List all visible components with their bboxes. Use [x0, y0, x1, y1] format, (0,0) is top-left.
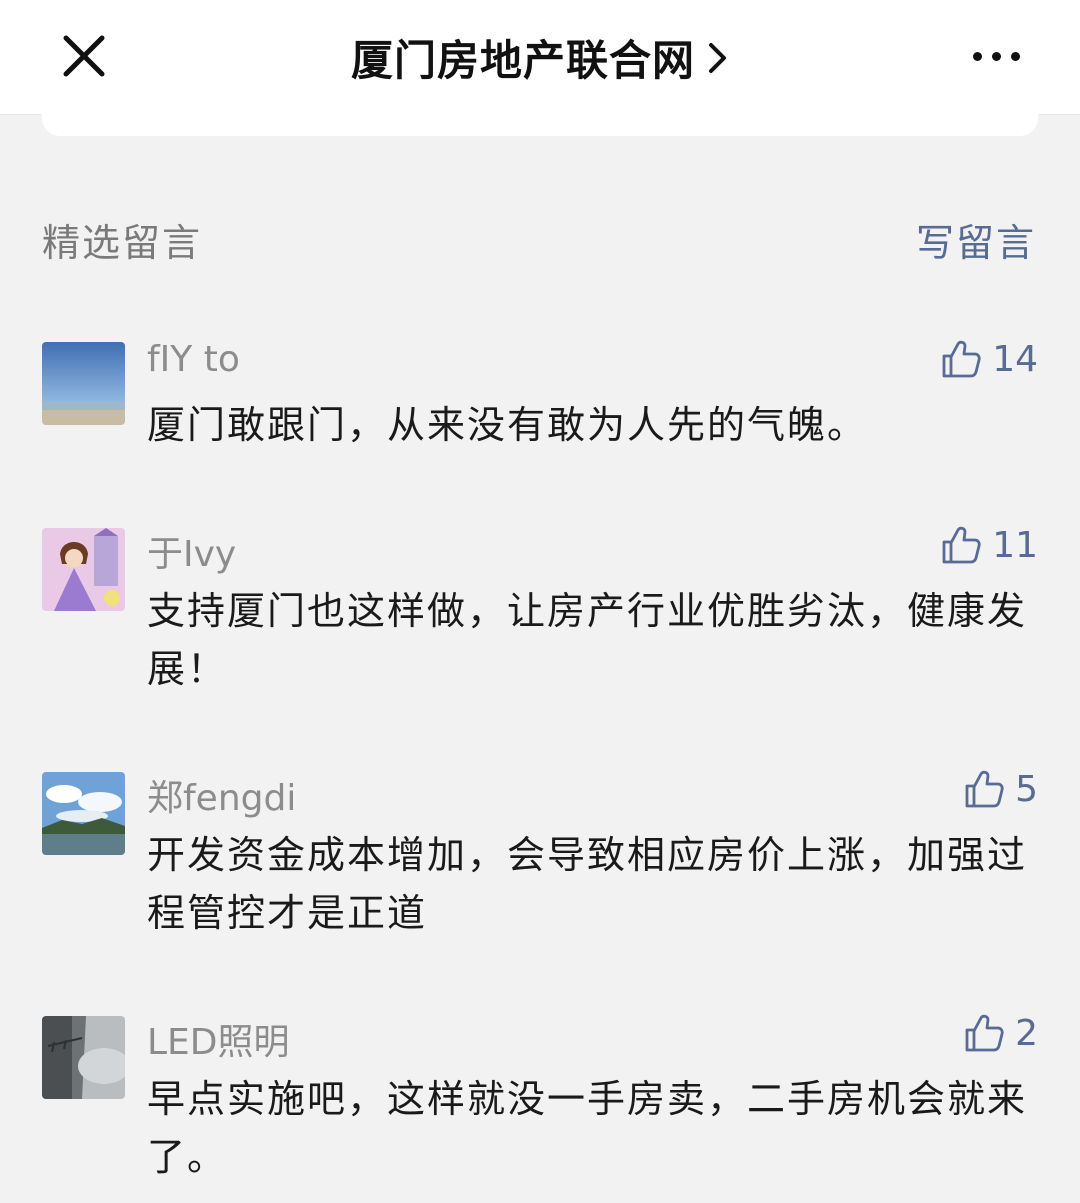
like-count: 11	[992, 524, 1038, 566]
comment-text: 早点实施吧，这样就没一手房卖，二手房机会就来了。	[147, 1077, 1028, 1179]
avatar[interactable]	[42, 342, 125, 425]
avatar[interactable]	[42, 772, 125, 855]
thumbs-up-icon	[942, 340, 981, 378]
like-count: 2	[1015, 1012, 1038, 1054]
like-count: 14	[992, 338, 1038, 380]
page-title: 厦门房地产联合网	[350, 36, 695, 85]
like-button[interactable]: 11	[940, 524, 1038, 566]
comment-text: 开发资金成本增加，会导致相应房价上涨，加强过程管控才是正道	[147, 833, 1028, 935]
top-bar: 厦门房地产联合网	[0, 0, 1080, 115]
like-button[interactable]: 5	[963, 768, 1038, 810]
more-dots-icon	[972, 51, 982, 61]
avatar[interactable]	[42, 528, 125, 611]
write-comment-button[interactable]: 写留言	[916, 212, 1036, 267]
thumbs-up-icon	[965, 1014, 1004, 1052]
comment-nickname: 郑fengdi	[147, 778, 297, 819]
chevron-right-icon	[709, 42, 726, 73]
like-count: 5	[1015, 768, 1038, 810]
like-button[interactable]: 14	[940, 338, 1038, 380]
comment-nickname: LED照明	[147, 1022, 290, 1063]
section-title: 精选留言	[42, 221, 203, 265]
comment-nickname: 于Ivy	[147, 534, 237, 575]
more-options-button[interactable]	[960, 34, 1032, 78]
comment-text: 厦门敢跟门，从来没有敢为人先的气魄。	[147, 403, 868, 447]
thumbs-up-icon	[965, 770, 1004, 808]
avatar[interactable]	[42, 1016, 125, 1099]
comment-text: 支持厦门也这样做，让房产行业优胜劣汰，健康发展！	[147, 589, 1028, 691]
thumbs-up-icon	[942, 526, 981, 564]
comment-nickname: fIY to	[147, 339, 240, 380]
account-title-link[interactable]: 厦门房地产联合网	[351, 27, 729, 88]
article-card-bottom	[42, 110, 1038, 136]
like-button[interactable]: 2	[963, 1012, 1038, 1054]
